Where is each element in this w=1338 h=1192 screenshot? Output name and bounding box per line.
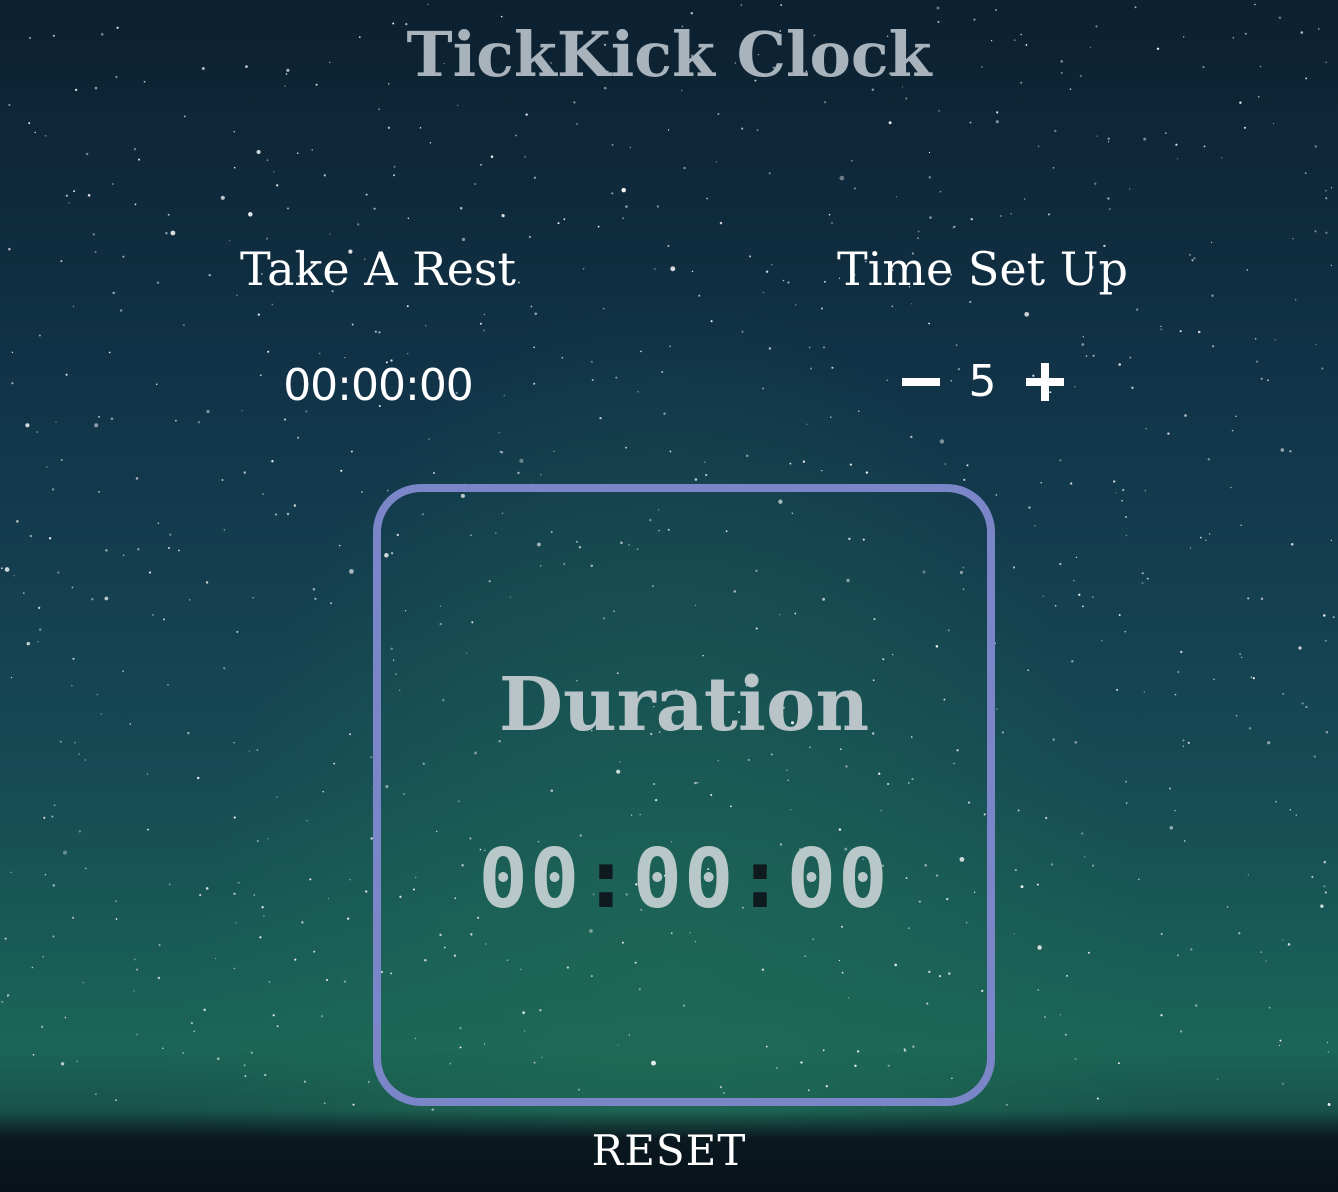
duration-box: Duration 00:00:00 bbox=[373, 484, 995, 1106]
plus-icon bbox=[1025, 362, 1064, 401]
setup-panel: Time Set Up 5 bbox=[815, 242, 1150, 407]
duration-label: Duration bbox=[498, 662, 870, 748]
setup-heading: Time Set Up bbox=[837, 242, 1128, 296]
rest-panel: Take A Rest 00:00:00 bbox=[228, 242, 528, 411]
duration-minutes: 00 bbox=[632, 832, 736, 927]
decrement-button[interactable] bbox=[898, 359, 944, 405]
increment-button[interactable] bbox=[1022, 359, 1068, 405]
rest-heading: Take A Rest bbox=[239, 242, 517, 296]
duration-hours: 00 bbox=[478, 832, 582, 927]
duration-seconds: 00 bbox=[786, 832, 890, 927]
duration-clock: 00:00:00 bbox=[381, 832, 987, 927]
time-stepper: 5 bbox=[815, 356, 1150, 407]
minus-icon bbox=[901, 377, 940, 386]
duration-separator: : bbox=[581, 832, 633, 927]
app-title: TickKick Clock bbox=[406, 18, 932, 91]
duration-separator: : bbox=[735, 832, 787, 927]
time-setup-value: 5 bbox=[968, 356, 997, 407]
rest-time-display: 00:00:00 bbox=[283, 360, 474, 411]
reset-button[interactable]: RESET bbox=[0, 1126, 1338, 1175]
